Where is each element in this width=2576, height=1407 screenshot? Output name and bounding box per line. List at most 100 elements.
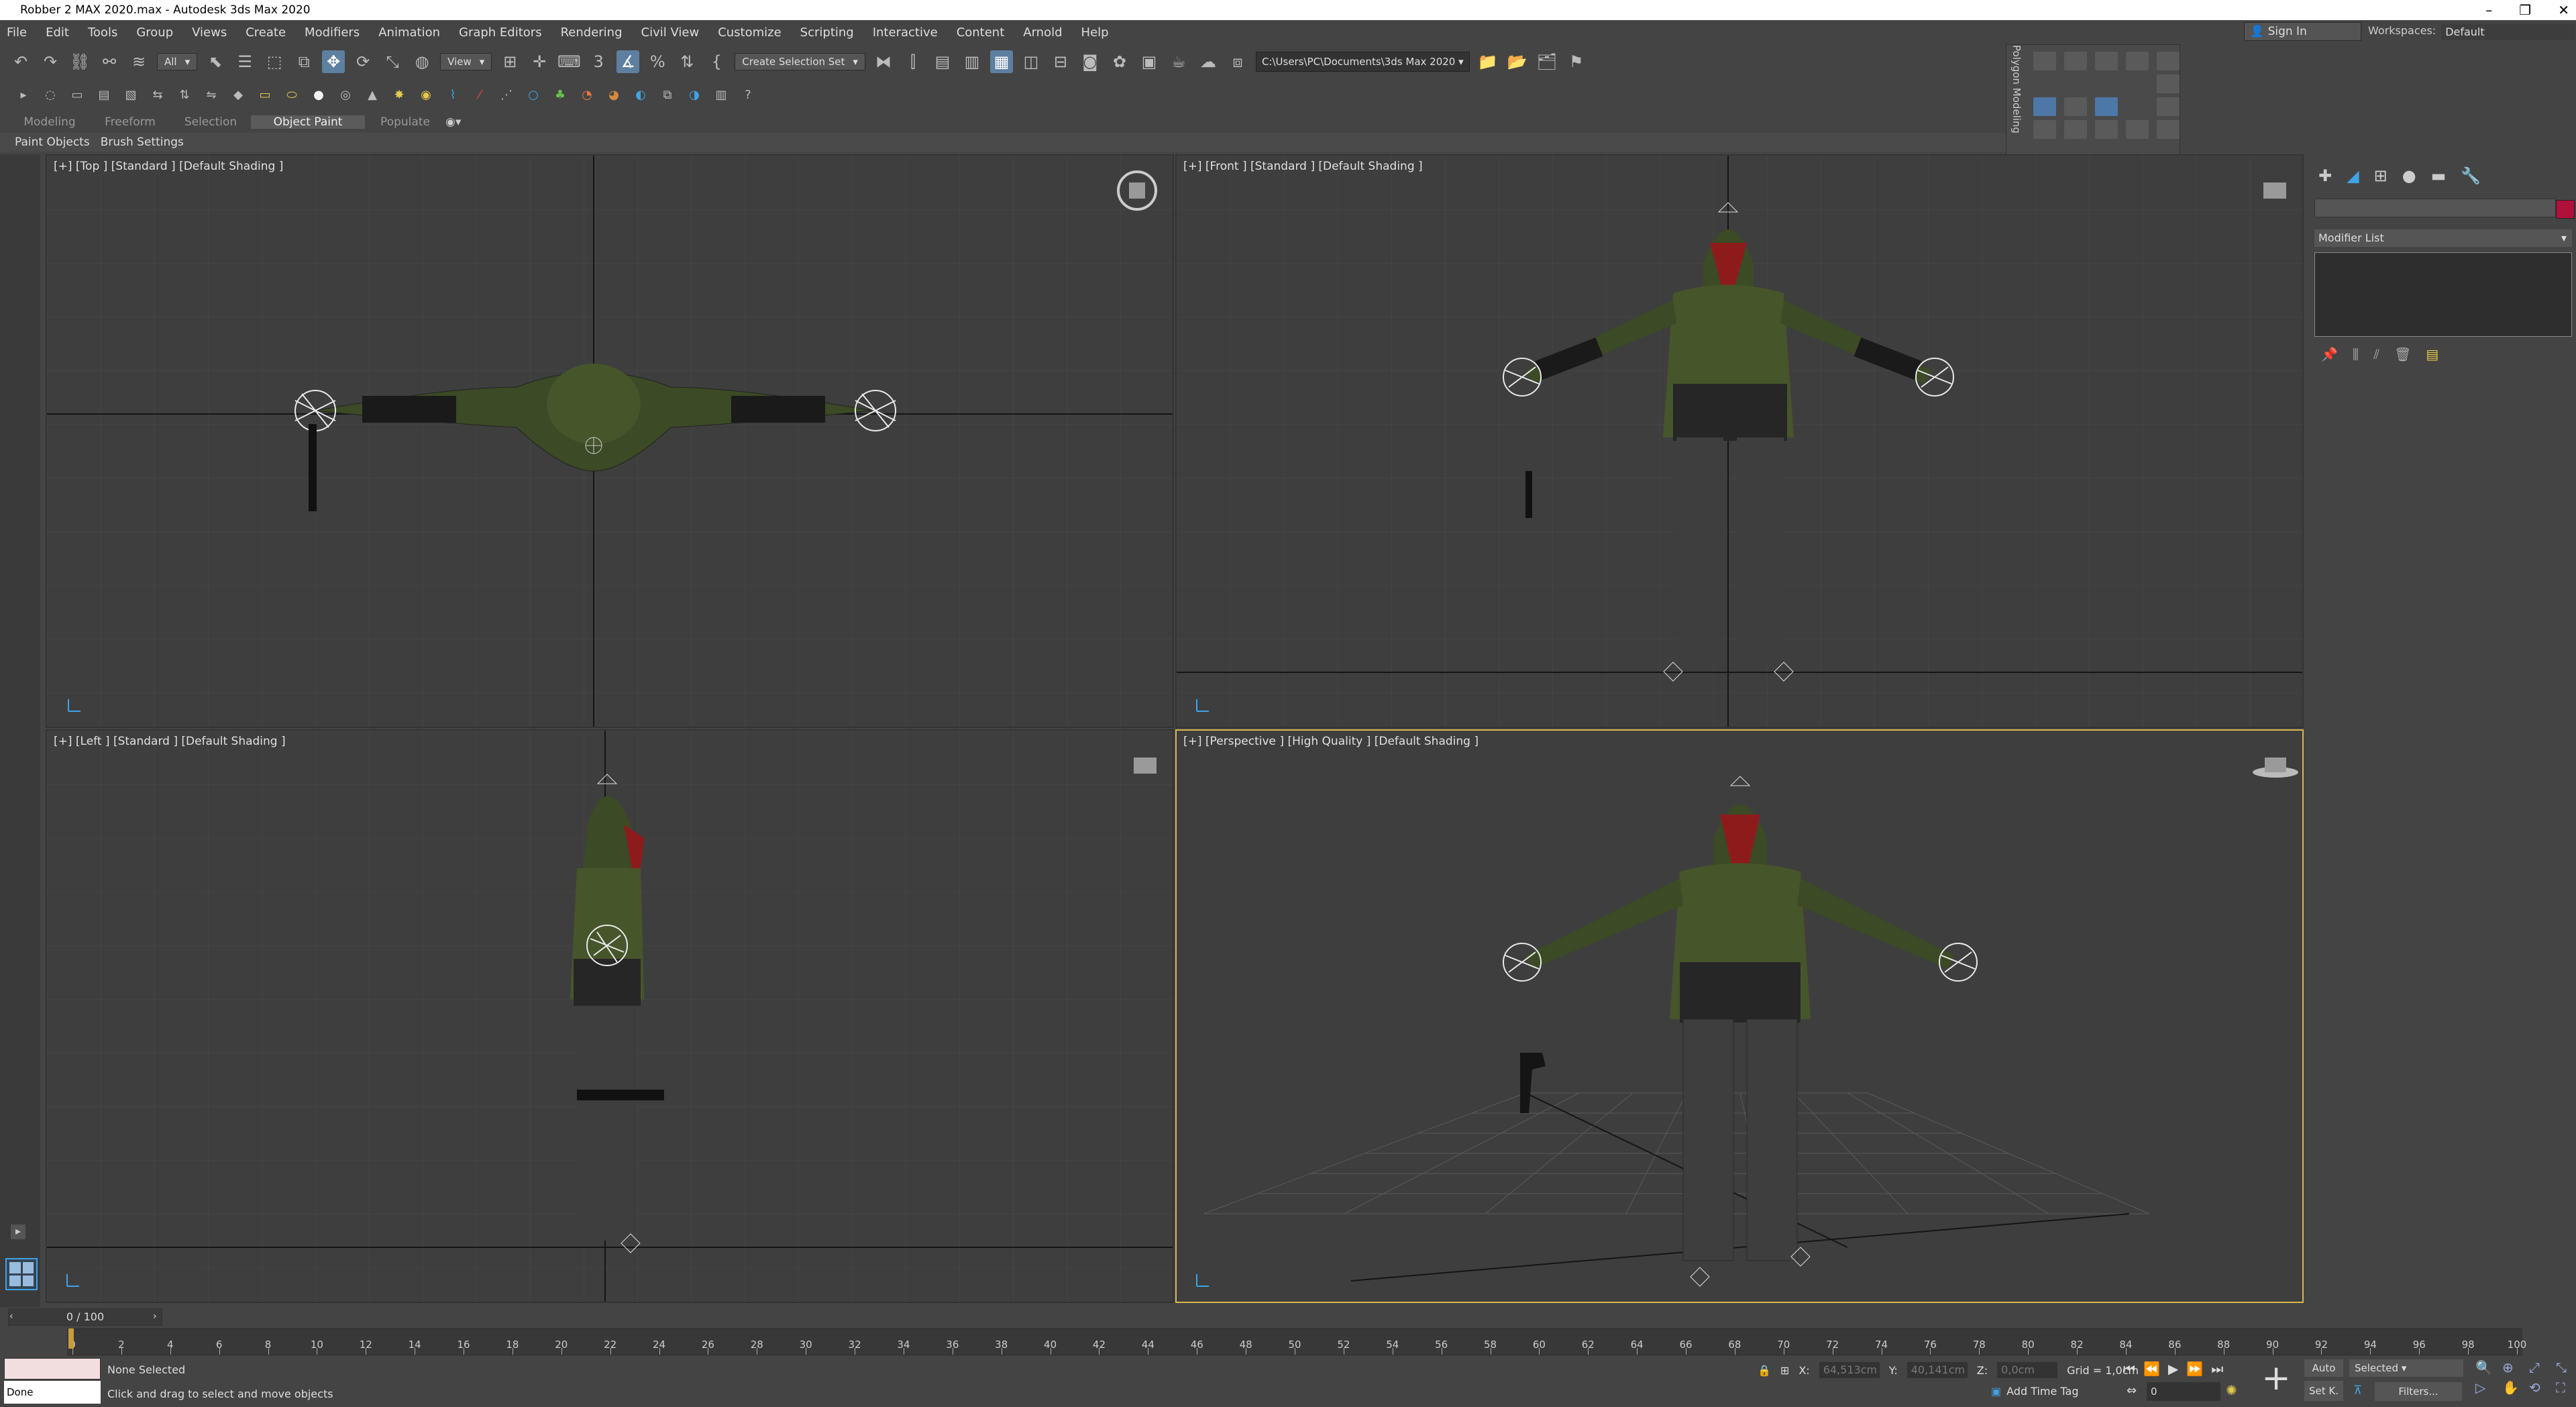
menu-customize[interactable]: Customize <box>718 25 781 40</box>
pm-btn[interactable] <box>2157 74 2180 93</box>
layout-icon[interactable]: ▥ <box>712 86 730 103</box>
pm-btn[interactable] <box>2126 120 2149 139</box>
percent-snap-icon[interactable]: % <box>646 50 669 73</box>
tool-c-icon[interactable]: ▭ <box>68 86 86 103</box>
save-project-icon[interactable]: 🗂 <box>1536 50 1558 73</box>
pm-btn[interactable] <box>2095 120 2118 139</box>
sign-in-dropdown[interactable]: 👤 Sign In <box>2244 22 2361 41</box>
line-icon[interactable]: ⁄ <box>471 86 488 103</box>
align-icon[interactable]: ⫿ <box>902 50 924 73</box>
tab-object-paint[interactable]: Object Paint <box>251 115 365 129</box>
pin-stack-icon[interactable]: 📌 <box>2321 346 2338 362</box>
object-color-swatch[interactable] <box>2556 200 2575 219</box>
modifier-stack[interactable] <box>2314 252 2572 337</box>
keyboard-shortcut-icon[interactable]: ⌨ <box>557 50 581 73</box>
filters-button[interactable]: Filters... <box>2375 1382 2462 1401</box>
motion-tab-icon[interactable]: ● <box>2402 166 2416 185</box>
viewport-left-label[interactable]: [+] [Left ] [Standard ] [Default Shading… <box>54 735 286 748</box>
remove-modifier-icon[interactable]: 🗑 <box>2394 346 2411 362</box>
pm-btn[interactable] <box>2095 97 2118 116</box>
pm-btn[interactable] <box>2157 120 2180 139</box>
geosphere-primitive-icon[interactable]: ✸ <box>390 86 408 103</box>
ribbon-toggle-icon[interactable]: ▦ <box>989 50 1013 73</box>
z-field[interactable]: 0,0cm <box>1997 1362 2058 1378</box>
render-setup-icon[interactable]: ✿ <box>1108 50 1131 73</box>
tool-i-icon[interactable]: ◆ <box>229 86 247 103</box>
undo-icon[interactable]: ↶ <box>9 50 32 73</box>
time-config-icon[interactable]: ⇔ <box>2127 1384 2137 1398</box>
viewport-left[interactable]: [+] [Left ] [Standard ] [Default Shading… <box>46 729 1174 1303</box>
menu-tools[interactable]: Tools <box>88 25 117 40</box>
tool-a-icon[interactable]: ▸ <box>15 86 32 103</box>
add-time-tag[interactable]: ▣ Add Time Tag <box>1991 1385 2079 1398</box>
field-of-view-icon[interactable]: ▷ <box>2475 1379 2498 1396</box>
tool-h-icon[interactable]: ⇋ <box>203 86 220 103</box>
window-crossing-icon[interactable]: ⧉ <box>292 50 315 73</box>
key-filters-icon[interactable]: ⊼ <box>2353 1384 2362 1398</box>
menu-arnold[interactable]: Arnold <box>1023 25 1062 40</box>
camera-group-icon[interactable]: ⧉ <box>659 86 676 103</box>
select-by-name-icon[interactable]: ☰ <box>233 50 256 73</box>
select-object-icon[interactable]: ⬉ <box>204 50 227 73</box>
ribbon-options-icon[interactable]: ◉▾ <box>445 115 461 129</box>
named-selection-dropdown[interactable]: Create Selection Set ▾ <box>735 53 865 70</box>
menu-edit[interactable]: Edit <box>46 25 69 40</box>
bind-space-warp-icon[interactable]: ≋ <box>127 50 150 73</box>
menu-civil-view[interactable]: Civil View <box>641 25 700 40</box>
render-iterative-icon[interactable]: ⧈ <box>1226 50 1249 73</box>
viewport-top-label[interactable]: [+] [Top ] [Standard ] [Default Shading … <box>54 160 283 173</box>
zoom-extents-all-icon[interactable]: ⤡ <box>2556 1359 2576 1375</box>
menu-file[interactable]: File <box>7 25 27 40</box>
show-end-result-icon[interactable]: ⫼ <box>2353 346 2359 362</box>
zoom-all-icon[interactable]: ⊕ <box>2502 1359 2525 1375</box>
morph-icon[interactable]: ◕ <box>605 86 623 103</box>
viewport-perspective[interactable]: [+] [Perspective ] [High Quality ] [Defa… <box>1175 729 2304 1303</box>
pm-btn[interactable] <box>2095 52 2118 70</box>
pm-btn[interactable] <box>2064 120 2087 139</box>
select-manipulate-icon[interactable]: ✛ <box>528 50 551 73</box>
help-icon[interactable]: ? <box>739 86 757 103</box>
previous-frame-icon[interactable]: ⏪ <box>2143 1361 2160 1377</box>
tool-e-icon[interactable]: ▧ <box>122 86 140 103</box>
cone-primitive-icon[interactable]: ▲ <box>364 86 381 103</box>
create-tab-icon[interactable]: ✚ <box>2318 166 2332 185</box>
menu-scripting[interactable]: Scripting <box>800 25 854 40</box>
tool-b-icon[interactable]: ◌ <box>42 86 59 103</box>
sphere-primitive-icon[interactable]: ● <box>310 86 327 103</box>
circle-shape-icon[interactable]: ○ <box>525 86 542 103</box>
slider-prev-icon[interactable]: ‹ <box>9 1311 13 1322</box>
pm-btn[interactable] <box>2033 120 2056 139</box>
spline-icon[interactable]: ⌇ <box>444 86 462 103</box>
layer-explorer-icon[interactable]: ▥ <box>961 50 983 73</box>
menu-group[interactable]: Group <box>136 25 173 40</box>
orbit-icon[interactable]: ⟲ <box>2529 1379 2552 1396</box>
cylinder-primitive-icon[interactable]: ⬭ <box>283 86 301 103</box>
pm-btn[interactable] <box>2064 97 2087 116</box>
box-primitive-icon[interactable]: ▭ <box>256 86 274 103</box>
x-field[interactable]: 64,513cm <box>1819 1362 1880 1378</box>
snaps-toggle-icon[interactable]: 3 <box>587 50 610 73</box>
tab-freeform[interactable]: Freeform <box>90 115 170 129</box>
maxscript-output[interactable]: Done <box>4 1381 101 1404</box>
viewport-front[interactable]: [+] [Front ] [Standard ] [Default Shadin… <box>1175 154 2304 728</box>
tree-icon[interactable]: ♣ <box>551 86 569 103</box>
place-icon[interactable]: ◍ <box>411 50 433 73</box>
time-cursor[interactable] <box>68 1328 74 1349</box>
light-icon[interactable]: ◐ <box>632 86 649 103</box>
tool-f-icon[interactable]: ⇆ <box>149 86 166 103</box>
expand-arrow-icon[interactable]: ▸ <box>11 1224 25 1239</box>
next-frame-icon[interactable]: ⏩ <box>2186 1361 2203 1377</box>
display-tab-icon[interactable]: ▬ <box>2431 166 2447 185</box>
make-unique-icon[interactable]: ⫽ <box>2373 346 2379 362</box>
project-folder-icon[interactable]: 📁 <box>1477 50 1499 73</box>
rect-selection-icon[interactable]: ⬚ <box>263 50 286 73</box>
close-icon[interactable]: ✕ <box>2558 0 2569 20</box>
link-icon[interactable]: ⛓ <box>68 50 91 73</box>
y-field[interactable]: 40,141cm <box>1907 1362 1968 1378</box>
menu-graph-editors[interactable]: Graph Editors <box>459 25 542 40</box>
curve-editor-icon[interactable]: ◫ <box>1020 50 1042 73</box>
viewport-layout-icon[interactable] <box>5 1258 38 1290</box>
configure-sets-icon[interactable]: ▤ <box>2426 346 2438 362</box>
spinner-snap-icon[interactable]: ⇅ <box>676 50 698 73</box>
current-frame-field[interactable]: 0 <box>2147 1382 2220 1401</box>
